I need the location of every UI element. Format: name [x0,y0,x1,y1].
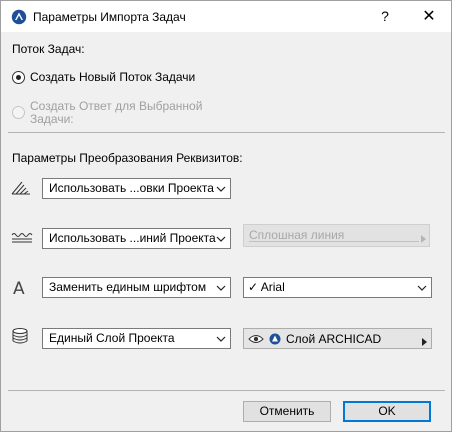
import-tasks-dialog: Параметры Импорта Задач ? ✕ Поток Задач:… [0,0,452,432]
font-conversion-combo[interactable]: Заменить единым шрифтом [42,277,231,298]
font-icon: A [13,279,25,299]
ok-button[interactable]: OK [343,401,431,422]
hatch-conversion-combo[interactable]: Использовать ...овки Проекта [42,178,231,199]
line-conversion-combo[interactable]: Использовать ...иний Проекта [42,228,231,249]
checkmark-icon: ✓ [248,280,259,294]
fill-hatch-icon [11,179,31,198]
separator [8,132,445,133]
font-select[interactable]: ✓ Arial [243,277,432,298]
help-button[interactable]: ? [365,1,405,32]
line-type-icon [11,230,33,247]
flow-heading: Поток Задач: [12,42,85,56]
archicad-app-icon [11,9,27,25]
font-select-value: Arial [260,280,285,294]
line-conversion-value: Использовать ...иний Проекта [49,231,216,245]
separator [8,390,445,391]
triangle-right-icon [422,335,427,349]
radio-new-flow-label[interactable]: Создать Новый Поток Задачи [30,70,195,84]
window-title: Параметры Импорта Задач [33,10,186,24]
conversion-heading: Параметры Преобразования Реквизитов: [12,151,243,165]
triangle-right-icon [421,232,426,246]
layers-icon [11,327,29,348]
font-conversion-value: Заменить единым шрифтом [49,280,207,294]
hatch-conversion-value: Использовать ...овки Проекта [49,181,214,195]
chevron-down-icon [216,329,226,348]
line-sample [249,241,419,242]
layer-conversion-combo[interactable]: Единый Слой Проекта [42,328,231,349]
radio-reply-label-line2[interactable]: Задачи: [30,112,74,126]
chevron-down-icon [417,278,427,297]
chevron-down-icon [216,179,226,198]
radio-reply[interactable] [12,106,25,119]
radio-new-flow[interactable] [12,71,25,84]
chevron-down-icon [216,229,226,248]
title-bar: Параметры Импорта Задач ? ✕ [1,1,451,32]
layer-popup-value: Слой ARCHICAD [286,332,382,346]
radio-reply-label-line1[interactable]: Создать Ответ для Выбранной [30,99,202,113]
line-type-value: Сплошная линия [249,228,345,242]
archicad-layer-icon [269,333,281,348]
layer-conversion-value: Единый Слой Проекта [49,331,175,345]
cancel-button[interactable]: Отменить [243,401,331,422]
close-button[interactable]: ✕ [407,1,451,32]
line-type-popup[interactable]: Сплошная линия [243,224,430,247]
chevron-down-icon [216,278,226,297]
layer-popup[interactable]: Слой ARCHICAD [243,328,432,349]
eye-icon [248,333,264,348]
